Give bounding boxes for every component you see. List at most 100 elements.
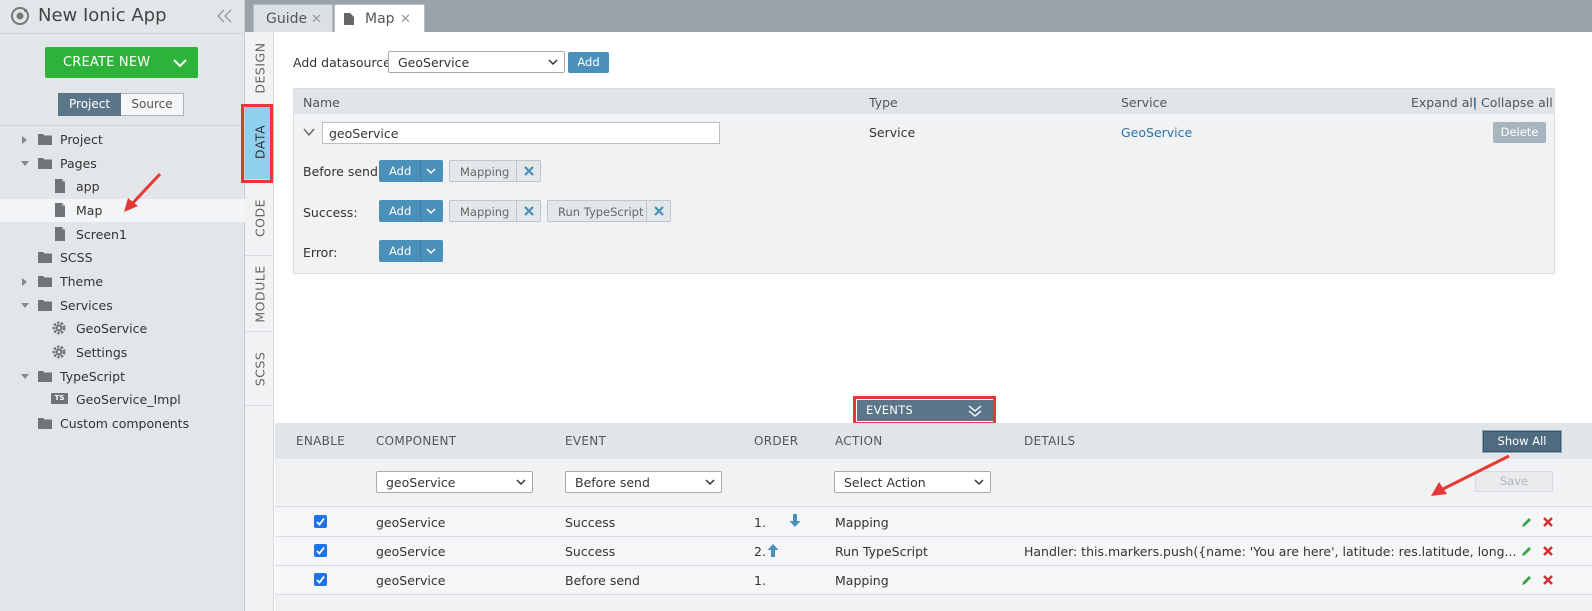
close-icon[interactable]: ✕ xyxy=(311,12,322,27)
divider xyxy=(0,33,245,34)
tab-data[interactable]: DATA xyxy=(245,105,274,180)
tree-item-scss[interactable]: SCSS xyxy=(0,246,245,269)
chevron-down-icon[interactable] xyxy=(303,127,315,137)
data-panel: Add datasource GeoService Add Name Type … xyxy=(275,32,1592,611)
error-add-button[interactable]: Add xyxy=(379,240,443,262)
component-select[interactable]: geoService xyxy=(376,471,533,493)
chevron-down-icon[interactable] xyxy=(426,247,436,255)
tree-item-settings[interactable]: Settings xyxy=(0,341,245,364)
collapse-arrow-icon[interactable] xyxy=(21,374,29,379)
tab-label: CODE xyxy=(252,198,267,237)
tree-item-label: Screen1 xyxy=(76,227,127,242)
move-up-arrow-icon[interactable] xyxy=(767,543,779,557)
expand-all-link[interactable]: Expand all xyxy=(1411,95,1476,110)
event-component-link[interactable]: geoService xyxy=(376,573,445,588)
page-icon xyxy=(55,203,65,217)
event-select[interactable]: Before send xyxy=(565,471,722,493)
tree-item-pages[interactable]: Pages xyxy=(0,152,245,175)
show-all-button[interactable]: Show All xyxy=(1482,430,1562,453)
app-title: New Ionic App xyxy=(38,5,167,26)
tab-guide[interactable]: Guide ✕ xyxy=(253,4,333,32)
tab-design[interactable]: DESIGN xyxy=(245,32,274,105)
page-icon xyxy=(344,13,354,25)
add-datasource-button[interactable]: Add xyxy=(568,52,609,73)
tab-scss[interactable]: SCSS xyxy=(245,332,274,406)
tree-item-typescript[interactable]: TypeScript xyxy=(0,365,245,388)
mapping-chip: Mapping xyxy=(449,160,541,182)
project-toggle-button[interactable]: Project xyxy=(58,93,121,116)
expand-arrow-icon[interactable] xyxy=(22,136,27,144)
source-toggle-button[interactable]: Source xyxy=(121,93,184,116)
tab-code[interactable]: CODE xyxy=(245,180,274,256)
datasource-table: Name Type Service Expand all | Collapse … xyxy=(293,88,1555,274)
delete-x-icon[interactable] xyxy=(1542,516,1554,528)
remove-icon[interactable] xyxy=(516,161,540,181)
datasource-select[interactable]: GeoService xyxy=(388,51,565,73)
column-header-component: COMPONENT xyxy=(376,434,457,448)
tree-item-geoservice-impl[interactable]: TS GeoService_Impl xyxy=(0,388,245,411)
collapse-arrow-icon[interactable] xyxy=(21,303,29,308)
expand-arrow-icon[interactable] xyxy=(22,278,27,286)
edit-pencil-icon[interactable] xyxy=(1521,516,1533,528)
tree-item-geoservice[interactable]: GeoService xyxy=(0,317,245,340)
event-component-link[interactable]: geoService xyxy=(376,544,445,559)
chevron-down-icon[interactable] xyxy=(426,167,436,175)
tree-item-label: Theme xyxy=(60,274,104,289)
success-add-button[interactable]: Add xyxy=(379,200,443,222)
event-name: Success xyxy=(565,544,616,559)
chevron-down-icon[interactable] xyxy=(172,55,188,71)
remove-icon[interactable] xyxy=(646,201,670,221)
edit-pencil-icon[interactable] xyxy=(1521,545,1533,557)
edit-pencil-icon[interactable] xyxy=(1521,574,1533,586)
tree-item-custom-components[interactable]: Custom components xyxy=(0,412,245,435)
collapse-arrow-icon[interactable] xyxy=(21,161,29,166)
tree-item-project[interactable]: Project xyxy=(0,128,245,151)
create-new-label: CREATE NEW xyxy=(63,55,151,70)
folder-icon xyxy=(38,134,52,145)
collapse-all-link[interactable]: Collapse all xyxy=(1481,95,1553,110)
column-header-details: DETAILS xyxy=(1024,434,1076,448)
add-datasource-label: Add datasource xyxy=(293,55,391,70)
collapse-sidebar-icon[interactable] xyxy=(216,8,234,24)
remove-icon[interactable] xyxy=(516,201,540,221)
folder-icon xyxy=(38,418,52,429)
chevron-down-icon[interactable] xyxy=(426,207,436,215)
column-header-name: Name xyxy=(303,95,340,110)
tab-module[interactable]: MODULE xyxy=(245,256,274,332)
before-send-add-button[interactable]: Add xyxy=(379,160,443,182)
tree-item-label: GeoService xyxy=(76,321,148,336)
delete-button[interactable]: Delete xyxy=(1493,122,1546,143)
datasource-name-input[interactable]: geoService xyxy=(322,122,720,144)
enable-checkbox[interactable] xyxy=(314,515,327,528)
double-chevron-down-icon[interactable] xyxy=(968,405,982,417)
tree-item-app[interactable]: app xyxy=(0,175,245,198)
event-row: geoService Success 1. Mapping xyxy=(275,508,1592,537)
tree-item-map[interactable]: Map xyxy=(0,199,245,222)
tree-item-services[interactable]: Services xyxy=(0,294,245,317)
tree-item-theme[interactable]: Theme xyxy=(0,270,245,293)
tab-map[interactable]: Map ✕ xyxy=(334,4,425,33)
mapping-chip: Mapping xyxy=(449,200,541,222)
add-label: Add xyxy=(389,244,412,258)
event-component-link[interactable]: geoService xyxy=(376,515,445,530)
gear-icon xyxy=(52,321,66,335)
datasource-service-link[interactable]: GeoService xyxy=(1121,125,1192,140)
create-new-button[interactable]: CREATE NEW xyxy=(45,47,198,78)
move-down-arrow-icon[interactable] xyxy=(789,514,801,528)
tree-item-screen1[interactable]: Screen1 xyxy=(0,223,245,246)
action-select[interactable]: Select Action xyxy=(834,471,991,493)
delete-x-icon[interactable] xyxy=(1542,545,1554,557)
events-panel-toggle[interactable]: EVENTS xyxy=(857,400,994,421)
enable-checkbox[interactable] xyxy=(314,573,327,586)
event-row: geoService Success 2. Run TypeScript Han… xyxy=(275,537,1592,566)
app-header: New Ionic App xyxy=(0,0,245,33)
chip-label: Run TypeScript xyxy=(558,205,644,219)
save-button[interactable]: Save xyxy=(1475,471,1553,492)
close-icon[interactable]: ✕ xyxy=(400,12,411,27)
delete-x-icon[interactable] xyxy=(1542,574,1554,586)
event-action: Run TypeScript xyxy=(835,544,928,559)
column-header-service: Service xyxy=(1121,95,1168,110)
chevron-down-icon xyxy=(548,59,558,66)
event-action: Mapping xyxy=(835,515,889,530)
enable-checkbox[interactable] xyxy=(314,544,327,557)
